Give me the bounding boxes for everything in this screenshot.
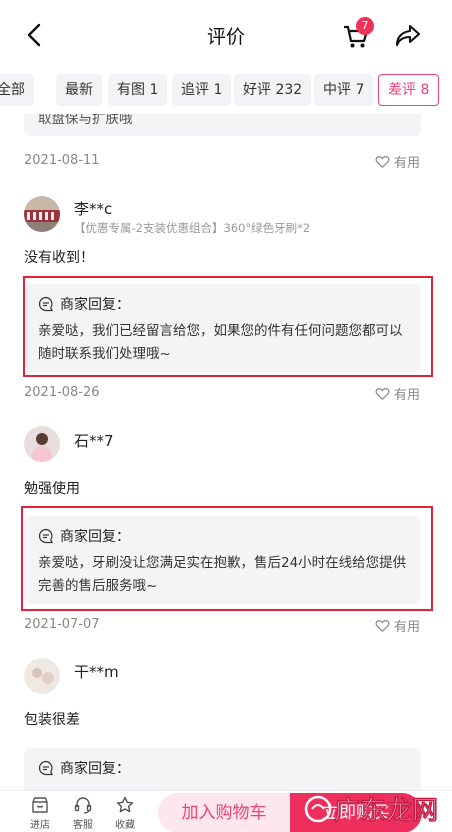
user-name: 李**c <box>74 200 113 218</box>
avatar[interactable] <box>24 658 60 694</box>
store-label: 进店 <box>30 820 50 831</box>
filter-follow-up[interactable]: 追评 1 <box>172 74 232 106</box>
reply-box-partial: 取盘保与扩肤哦 <box>24 114 421 136</box>
filter-negative[interactable]: 差评 8 <box>378 74 440 106</box>
reply-text: 取盘保与扩肤哦 <box>38 114 133 127</box>
filter-latest[interactable]: 最新 <box>56 74 102 106</box>
useful-button[interactable]: 有用 <box>375 152 420 171</box>
useful-label: 有用 <box>393 388 420 403</box>
store-icon <box>32 797 48 813</box>
top-bar: 评价 7 <box>0 0 452 68</box>
heart-icon <box>375 388 390 400</box>
highlight-frame <box>21 506 433 611</box>
useful-label: 有用 <box>393 156 420 171</box>
review-list: 取盘保与扩肤哦 2021-08-11 有用 李**c 【优惠专属-2支装优惠组合… <box>0 114 452 790</box>
favorite-button[interactable]: 收藏 <box>107 795 143 831</box>
product-spec: 【优惠专属-2支装优惠组合】360°绿色牙刷*2 <box>74 221 311 235</box>
avatar[interactable] <box>24 426 60 462</box>
filter-positive[interactable]: 好评 232 <box>234 74 312 106</box>
add-to-cart-button[interactable]: 加入购物车 <box>158 793 290 832</box>
review-comment: 勉强使用 <box>24 481 80 497</box>
share-icon[interactable] <box>394 22 422 50</box>
heart-icon <box>375 620 390 632</box>
useful-button[interactable]: 有用 <box>375 616 420 635</box>
useful-label: 有用 <box>393 620 420 635</box>
filter-neutral[interactable]: 中评 7 <box>314 74 374 106</box>
star-icon <box>116 796 134 813</box>
highlight-frame <box>23 276 433 377</box>
filter-with-images[interactable]: 有图 1 <box>108 74 168 106</box>
favorite-label: 收藏 <box>115 820 135 831</box>
review-date: 2021-08-11 <box>24 153 100 168</box>
service-button[interactable]: 客服 <box>65 795 101 831</box>
store-button[interactable]: 进店 <box>22 795 58 831</box>
cart-badge: 7 <box>356 17 374 35</box>
review-comment: 包装很差 <box>24 712 80 728</box>
service-label: 客服 <box>73 820 93 831</box>
filter-tabs: 全部 最新 有图 1 追评 1 好评 232 中评 7 差评 8 <box>0 68 452 114</box>
review-comment: 没有收到！ <box>24 250 94 266</box>
avatar[interactable] <box>24 196 60 232</box>
useful-button[interactable]: 有用 <box>375 384 420 403</box>
svg-text:广东龙网: 广东龙网 <box>334 795 438 826</box>
reply-title: 商家回复： <box>60 761 130 777</box>
user-name: 石**7 <box>74 432 114 450</box>
page-title: 评价 <box>206 26 245 48</box>
watermark-logo: 广东龙网 <box>304 795 438 826</box>
chat-bubble-icon <box>38 760 53 776</box>
filter-all[interactable]: 全部 <box>0 74 34 106</box>
heart-icon <box>375 156 390 168</box>
review-date: 2021-08-26 <box>24 385 100 400</box>
headset-icon <box>74 797 92 814</box>
merchant-reply-box: 商家回复： <box>24 748 421 790</box>
review-date: 2021-07-07 <box>24 617 100 632</box>
user-name: 干**m <box>74 663 119 681</box>
